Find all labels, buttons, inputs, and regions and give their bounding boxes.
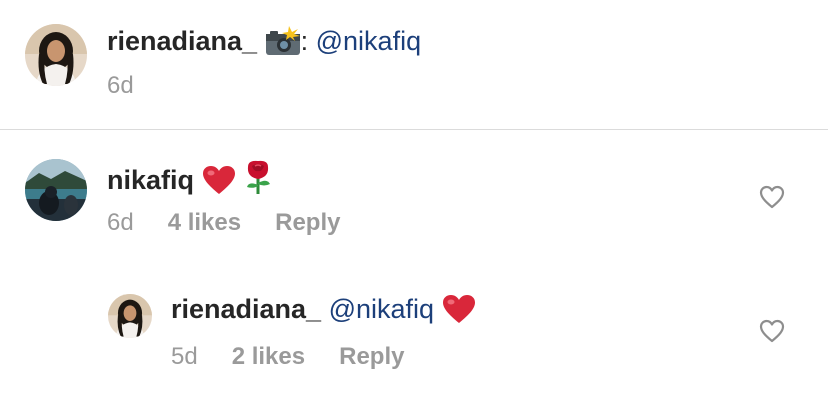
caption-meta: 6d	[107, 72, 168, 100]
caption-username[interactable]: rienadiana_	[107, 26, 257, 56]
heart-outline-icon[interactable]	[759, 185, 785, 209]
comment-text: nikafiq	[107, 159, 273, 202]
comment-mention[interactable]: @nikafiq	[329, 294, 434, 324]
comment-text: rienadiana_ @nikafiq	[171, 293, 476, 331]
comment-timestamp: 6d	[107, 209, 134, 236]
heart-outline-icon[interactable]	[759, 319, 785, 343]
avatar[interactable]	[25, 24, 87, 86]
comment-meta: 5d 2 likes Reply	[171, 343, 438, 371]
comment-username[interactable]: rienadiana_	[171, 294, 321, 324]
avatar[interactable]	[25, 159, 87, 221]
camera-flash-emoji	[265, 26, 301, 63]
avatar[interactable]	[108, 294, 152, 338]
red-heart-emoji	[442, 294, 476, 331]
caption-separator: :	[300, 26, 309, 56]
reply-button[interactable]: Reply	[339, 343, 404, 370]
rose-emoji	[243, 159, 273, 202]
comment-meta: 6d 4 likes Reply	[107, 209, 374, 237]
comment-likes[interactable]: 2 likes	[232, 343, 305, 370]
reply-button[interactable]: Reply	[275, 209, 340, 236]
caption-mention[interactable]: @nikafiq	[316, 26, 421, 56]
comment-username[interactable]: nikafiq	[107, 165, 194, 195]
red-heart-emoji	[202, 165, 236, 202]
comment-timestamp: 5d	[171, 343, 198, 370]
caption-timestamp: 6d	[107, 72, 134, 99]
comment-likes[interactable]: 4 likes	[168, 209, 241, 236]
caption-text: rienadiana_ : @nikafiq	[107, 25, 421, 63]
divider	[0, 129, 828, 130]
